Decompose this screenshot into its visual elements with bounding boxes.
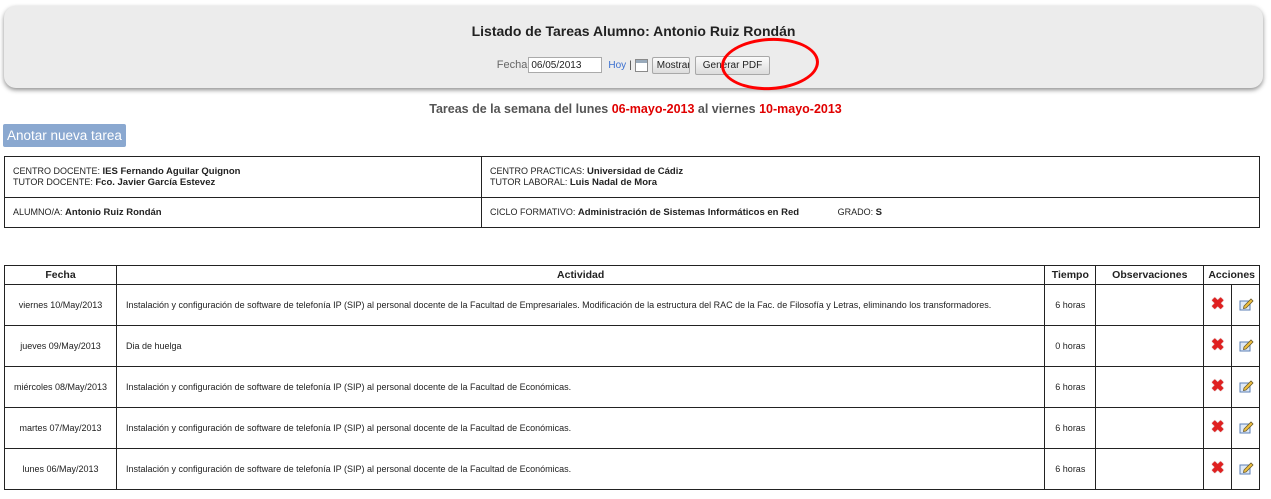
task-date: martes 07/May/2013: [4, 407, 117, 449]
alumno-value: Antonio Ruiz Rondán: [65, 207, 162, 218]
centro-docente-label: CENTRO DOCENTE:: [13, 166, 101, 176]
ciclo-value: Administración de Sistemas Informáticos …: [577, 207, 800, 218]
col-header-fecha: Fecha: [4, 265, 117, 285]
page-title: Listado de Tareas Alumno: Antonio Ruiz R…: [471, 23, 796, 39]
task-date: viernes 10/May/2013: [4, 284, 117, 326]
col-header-actividad: Actividad: [115, 265, 1046, 285]
separator: |: [629, 59, 632, 71]
task-date: lunes 06/May/2013: [4, 448, 117, 490]
info-table: CENTRO DOCENTE: IES Fernando Aguilar Qui…: [4, 156, 1260, 228]
date-label: Fecha: [496, 59, 528, 71]
week-end: 10-mayo-2013: [759, 102, 842, 116]
grado-label: GRADO:: [837, 207, 874, 217]
delete-icon[interactable]: ✖: [1211, 378, 1224, 395]
date-filter: Fecha Hoy | Mostrar Generar PDF: [4, 53, 1263, 77]
table-row: lunes 06/May/2013 Instalación y configur…: [4, 448, 1260, 490]
centro-docente-value: IES Fernando Aguilar Quignon: [102, 166, 241, 177]
week-range: Tareas de la semana del lunes 06-mayo-20…: [0, 102, 1271, 116]
show-button[interactable]: Mostrar: [651, 56, 690, 74]
ciclo-label: CICLO FORMATIVO:: [490, 207, 576, 217]
table-row: miércoles 08/May/2013 Instalación y conf…: [4, 366, 1260, 408]
tutor-docente-value: Fco. Javier García Estevez: [95, 177, 216, 188]
header-panel: Listado de Tareas Alumno: Antonio Ruiz R…: [4, 6, 1263, 88]
delete-icon[interactable]: ✖: [1211, 337, 1224, 354]
delete-icon[interactable]: ✖: [1211, 296, 1224, 313]
date-input[interactable]: [528, 57, 603, 73]
info-cell-centro-docente: CENTRO DOCENTE: IES Fernando Aguilar Qui…: [4, 156, 482, 198]
task-time: 6 horas: [1044, 366, 1097, 408]
info-cell-centro-practicas: CENTRO PRACTICAS: Universidad de Cádiz T…: [481, 156, 1260, 198]
task-date: miércoles 08/May/2013: [4, 366, 117, 408]
task-observations: [1095, 366, 1205, 408]
tutor-laboral-label: TUTOR LABORAL:: [490, 177, 568, 187]
delete-icon[interactable]: ✖: [1211, 460, 1224, 477]
today-link[interactable]: Hoy: [608, 60, 626, 71]
task-observations: [1095, 284, 1205, 326]
col-header-observaciones: Observaciones: [1095, 265, 1205, 285]
edit-icon[interactable]: [1238, 296, 1254, 312]
edit-icon[interactable]: [1238, 460, 1254, 476]
generate-pdf-button[interactable]: Generar PDF: [694, 55, 771, 75]
task-observations: [1095, 407, 1205, 449]
task-observations: [1095, 325, 1205, 367]
tutor-laboral-value: Luis Nadal de Mora: [569, 177, 657, 188]
grado-value: S: [875, 207, 882, 218]
calendar-icon[interactable]: [634, 58, 648, 72]
edit-icon[interactable]: [1238, 378, 1254, 394]
week-prefix: Tareas de la semana del lunes: [429, 102, 612, 116]
info-cell-alumno: ALUMNO/A: Antonio Ruiz Rondán: [4, 197, 482, 228]
table-header-row: Fecha Actividad Tiempo Observaciones Acc…: [4, 265, 1260, 285]
task-observations: [1095, 448, 1205, 490]
week-start: 06-mayo-2013: [611, 102, 695, 116]
task-activity: Instalación y configuración de software …: [115, 366, 1046, 408]
centro-practicas-value: Universidad de Cádiz: [587, 166, 684, 177]
table-row: viernes 10/May/2013 Instalación y config…: [4, 284, 1260, 326]
task-time: 6 horas: [1044, 407, 1097, 449]
edit-icon[interactable]: [1238, 337, 1254, 353]
table-row: jueves 09/May/2013 Dia de huelga 0 horas…: [4, 325, 1260, 367]
task-activity: Instalación y configuración de software …: [115, 448, 1046, 490]
task-time: 6 horas: [1044, 448, 1097, 490]
task-time: 0 horas: [1044, 325, 1097, 367]
col-header-acciones: Acciones: [1203, 265, 1260, 285]
task-date: jueves 09/May/2013: [4, 325, 117, 367]
task-time: 6 horas: [1044, 284, 1097, 326]
edit-icon[interactable]: [1238, 419, 1254, 435]
tutor-docente-label: TUTOR DOCENTE:: [13, 177, 93, 187]
task-activity: Dia de huelga: [115, 325, 1046, 367]
col-header-tiempo: Tiempo: [1044, 265, 1097, 285]
delete-icon[interactable]: ✖: [1211, 419, 1224, 436]
centro-practicas-label: CENTRO PRACTICAS:: [490, 166, 585, 176]
task-activity: Instalación y configuración de software …: [115, 284, 1046, 326]
alumno-label: ALUMNO/A:: [13, 207, 63, 217]
task-activity: Instalación y configuración de software …: [115, 407, 1046, 449]
tasks-table: Fecha Actividad Tiempo Observaciones Acc…: [4, 265, 1260, 490]
new-task-button[interactable]: Anotar nueva tarea: [3, 124, 126, 147]
week-middle: al viernes: [694, 102, 760, 116]
table-row: martes 07/May/2013 Instalación y configu…: [4, 407, 1260, 449]
info-cell-ciclo: CICLO FORMATIVO: Administración de Siste…: [481, 197, 1260, 228]
